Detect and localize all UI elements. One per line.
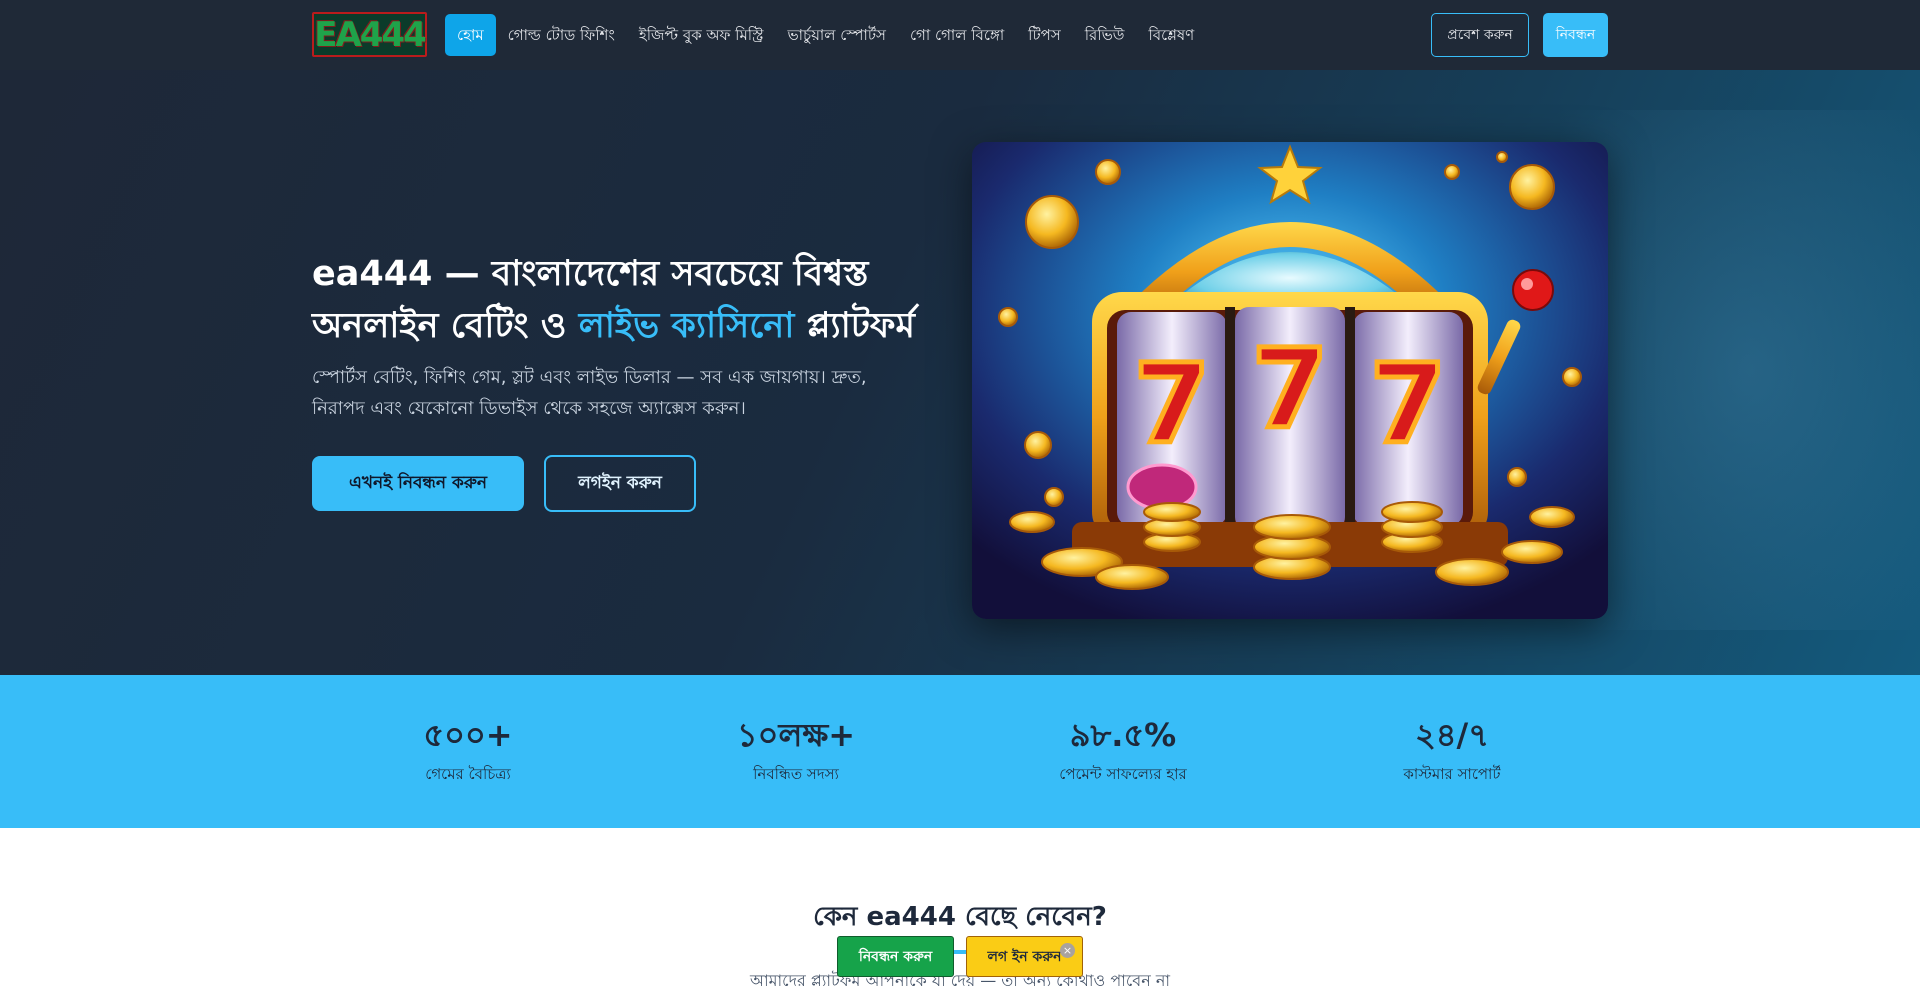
hero-title-part2: প্ল্যাটফর্ম [794,306,915,346]
stat-games: ৫০০+ গেমের বৈচিত্র্য [348,715,588,788]
hero-subtitle: স্পোর্টস বেটিং, ফিশিং গেম, স্লট এবং লাইভ… [312,367,867,419]
logo-text: EA444 [314,14,427,55]
svg-text:7: 7 [1370,340,1447,468]
stat-members: ১০লক্ষ+ নিবন্ধিত সদস্য [676,715,916,788]
nav-link-virtual-sports[interactable]: ভার্চুয়াল স্পোর্টস [775,14,897,56]
stat-support: ২৪/৭ কাস্টমার সাপোর্ট [1332,715,1572,788]
top-navbar: EA444 হোম গোল্ড টোড ফিশিং ইজিপ্ট বুক অফ … [0,0,1920,70]
stat-payment-success: ৯৮.৫% পেমেন্ট সাফল্যের হার [1003,715,1243,788]
hero-title: ea444 — বাংলাদেশের সবচেয়ে বিশ্বস্ত অনলা… [312,248,952,352]
hero-section: ea444 — বাংলাদেশের সবচেয়ে বিশ্বস্ত অনলা… [0,70,1920,675]
main-nav: হোম গোল্ড টোড ফিশিং ইজিপ্ট বুক অফ মিস্ট্… [445,14,1206,56]
stat-value: ১০লক্ষ+ [736,716,856,754]
hero-title-accent: লাইভ ক্যাসিনো [578,306,795,346]
hero-register-button[interactable]: এখনই নিবন্ধন করুন [312,456,524,511]
floating-connector [954,950,966,954]
nav-link-home[interactable]: হোম [445,14,496,56]
nav-link-tips[interactable]: টিপস [1016,14,1073,56]
floating-register-button[interactable]: নিবন্ধন করুন [837,936,954,977]
stat-label: কাস্টমার সাপোর্ট [1403,765,1501,783]
nav-link-analysis[interactable]: বিশ্লেষণ [1136,14,1206,56]
hero-background-glow [1560,110,1920,630]
slot-machine-image: 7 7 7 [972,142,1608,619]
stats-bar: ৫০০+ গেমের বৈচিত্র্য ১০লক্ষ+ নিবন্ধিত সদ… [0,675,1920,828]
stat-value: ৯৮.৫% [1069,716,1177,754]
svg-text:7: 7 [1134,340,1211,468]
why-section-title: কেন ea444 বেছে নেবেন? [813,902,1107,932]
nav-register-button[interactable]: নিবন্ধন [1543,13,1608,57]
stat-value: ৫০০+ [423,716,513,754]
hero-login-button[interactable]: লগইন করুন [544,455,696,512]
stat-label: গেমের বৈচিত্র্য [425,765,511,783]
navbar-inner: EA444 হোম গোল্ড টোড ফিশিং ইজিপ্ট বুক অফ … [312,0,1608,70]
why-section-subtitle: আমাদের প্ল্যাটফর্ম আপনাকে যা দেয় — তা অ… [749,971,1171,990]
stat-label: নিবন্ধিত সদস্য [753,765,839,783]
slot-machine-icon: 7 7 7 [972,142,1608,619]
svg-text:7: 7 [1252,325,1329,453]
stat-label: পেমেন্ট সাফল্যের হার [1059,765,1187,783]
nav-link-egypt-book-of-mystery[interactable]: ইজিপ্ট বুক অফ মিস্ট্রি [627,14,776,56]
nav-link-gold-toad-fishing[interactable]: গোল্ড টোড ফিশিং [496,14,627,56]
stat-value: ২৪/৭ [1414,716,1490,754]
site-logo[interactable]: EA444 [312,12,427,57]
nav-login-button[interactable]: প্রবেশ করুন [1431,13,1529,57]
close-icon[interactable]: × [1060,943,1075,958]
nav-link-go-goal-bingo[interactable]: গো গোল বিঙ্গো [898,14,1016,56]
nav-link-reviews[interactable]: রিভিউ [1073,14,1137,56]
